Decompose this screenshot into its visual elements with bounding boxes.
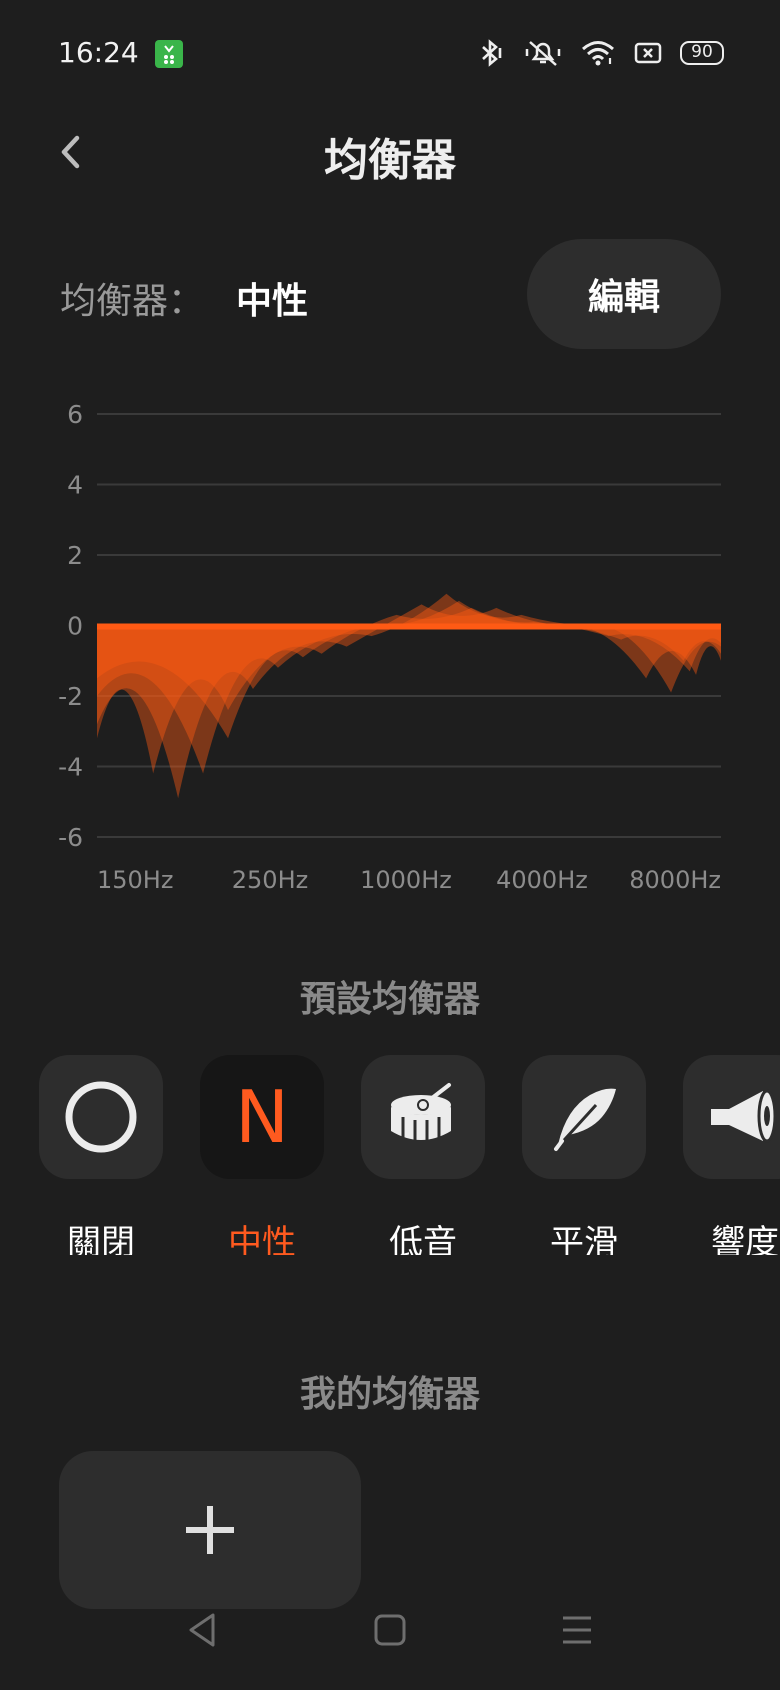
current-eq-value: 中性 [236,281,309,322]
y-tick-label: 0 [67,612,83,641]
wifi-icon [580,38,616,68]
preset-smooth[interactable]: 平滑 [522,1055,646,1255]
y-tick-label: -6 [58,823,83,852]
app-notification-icon [155,40,183,68]
drum-icon [391,1083,451,1143]
nav-home-icon [374,1614,406,1646]
x-tick-label: 250Hz [232,866,308,894]
silent-icon [524,38,562,68]
x-tick-label: 1000Hz [360,866,452,894]
edit-button[interactable]: 編輯 [527,239,721,349]
nav-home-button[interactable] [365,1605,415,1655]
preset-label: 中性 [228,1223,296,1255]
eq-curve-chart: 6 4 2 0 -2 -4 -6 150Hz 250Hz 1000Hz 4000Hz 8000Hz [58,400,721,894]
y-tick-label: 2 [67,541,83,570]
y-tick-label: -2 [58,682,83,711]
preset-tile[interactable]: N [200,1055,324,1179]
x-tick-label: 150Hz [97,866,173,894]
preset-tile[interactable] [683,1055,780,1179]
preset-neutral[interactable]: N 中性 [200,1055,324,1255]
preset-section-title: 預設均衡器 [299,979,480,1020]
status-bar: 16:24 90 [0,0,780,105]
preset-label: 低音 [389,1223,457,1255]
letter-n-icon: N [235,1075,289,1159]
nav-back-button[interactable] [178,1605,228,1655]
my-eq-section-title: 我的均衡器 [299,1374,480,1415]
add-custom-eq-button[interactable] [59,1451,361,1609]
preset-tile[interactable] [39,1055,163,1179]
preset-loudness[interactable]: 響度 [683,1055,780,1255]
bluetooth-icon [476,38,506,68]
nav-menu-button[interactable] [552,1605,602,1655]
current-eq-label: 均衡器： [60,281,205,322]
preset-tile[interactable] [361,1055,485,1179]
battery-icon: 90 [680,41,724,65]
x-tick-label: 8000Hz [629,866,721,894]
nav-back-icon [189,1613,215,1647]
preset-carousel[interactable]: 關閉 N 中性 低音 平滑 響度 [0,1055,780,1255]
preset-label: 響度 [711,1223,779,1255]
y-tick-label: 4 [67,471,83,500]
y-tick-label: -4 [58,753,83,782]
preset-tile[interactable] [522,1055,646,1179]
circle-off-icon [65,1081,137,1153]
status-time: 16:24 [58,36,139,69]
sim-off-icon [634,41,662,65]
preset-label: 平滑 [550,1223,618,1255]
x-tick-label: 4000Hz [496,866,588,894]
megaphone-icon [711,1089,777,1143]
zero-baseline [97,623,721,630]
system-nav-bar [0,1605,780,1665]
y-tick-label: 6 [67,400,83,429]
preset-off[interactable]: 關閉 [39,1055,163,1255]
nav-menu-icon [563,1616,591,1644]
preset-bass[interactable]: 低音 [361,1055,485,1255]
page-title: 均衡器 [324,135,456,186]
plus-icon [186,1506,234,1554]
preset-label: 關閉 [67,1223,135,1255]
feather-icon [554,1088,616,1151]
